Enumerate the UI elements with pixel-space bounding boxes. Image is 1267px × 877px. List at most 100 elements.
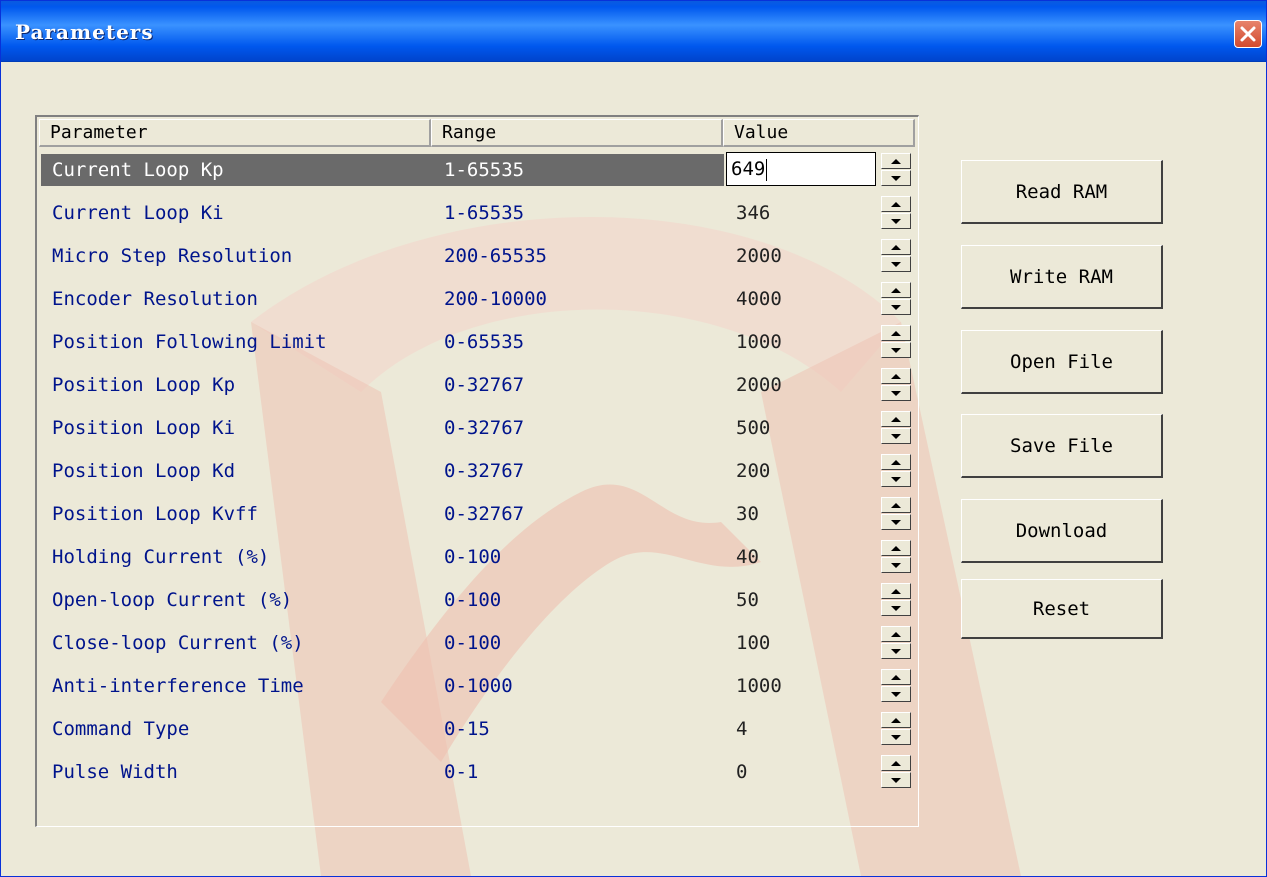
close-button[interactable] <box>1234 20 1262 48</box>
parameter-value[interactable]: 1000 <box>736 666 782 706</box>
table-row[interactable]: Command Type 0-15 4 <box>39 709 917 749</box>
arrow-down-icon <box>891 304 901 310</box>
parameter-value[interactable]: 4000 <box>736 279 782 319</box>
spin-down-button[interactable] <box>881 342 911 358</box>
spin-up-button[interactable] <box>881 239 911 255</box>
spin-down-button[interactable] <box>881 385 911 401</box>
table-row[interactable]: Micro Step Resolution 200-65535 2000 <box>39 236 917 276</box>
spin-up-button[interactable] <box>881 368 911 384</box>
spin-up-button[interactable] <box>881 712 911 728</box>
spin-down-button[interactable] <box>881 557 911 573</box>
parameter-value[interactable]: 200 <box>736 451 770 491</box>
spin-up-button[interactable] <box>881 497 911 513</box>
column-header-range[interactable]: Range <box>431 119 723 147</box>
spin-down-button[interactable] <box>881 256 911 272</box>
spin-down-button[interactable] <box>881 299 911 315</box>
value-spinner[interactable] <box>881 411 911 444</box>
parameter-value[interactable]: 30 <box>736 494 759 534</box>
value-spinner[interactable] <box>881 368 911 401</box>
spin-up-button[interactable] <box>881 325 911 341</box>
spin-up-button[interactable] <box>881 540 911 556</box>
arrow-up-icon <box>891 459 901 465</box>
open-file-button[interactable]: Open File <box>961 330 1163 394</box>
value-spinner[interactable] <box>881 626 911 659</box>
parameter-value[interactable]: 1000 <box>736 322 782 362</box>
parameter-range: 1-65535 <box>444 202 525 224</box>
parameter-value[interactable]: 100 <box>736 623 770 663</box>
spin-up-button[interactable] <box>881 153 911 169</box>
value-spinner[interactable] <box>881 583 911 616</box>
parameter-range: 0-100 <box>444 546 502 568</box>
spin-up-button[interactable] <box>881 282 911 298</box>
table-row[interactable]: Position Loop Kp 0-32767 2000 <box>39 365 917 405</box>
table-row[interactable]: Close-loop Current (%) 0-100 100 <box>39 623 917 663</box>
table-row[interactable]: Pulse Width 0-1 0 <box>39 752 917 792</box>
spin-down-button[interactable] <box>881 213 911 229</box>
table-row[interactable]: Current Loop Ki 1-65535 346 <box>39 193 917 233</box>
parameter-value[interactable]: 2000 <box>736 236 782 276</box>
arrow-up-icon <box>891 631 901 637</box>
spin-up-button[interactable] <box>881 196 911 212</box>
spin-down-button[interactable] <box>881 729 911 745</box>
save-file-button[interactable]: Save File <box>961 414 1163 478</box>
spin-up-button[interactable] <box>881 626 911 642</box>
value-spinner[interactable] <box>881 282 911 315</box>
spin-down-button[interactable] <box>881 428 911 444</box>
table-row[interactable]: Anti-interference Time 0-1000 1000 <box>39 666 917 706</box>
write-ram-button[interactable]: Write RAM <box>961 245 1163 309</box>
value-spinner[interactable] <box>881 239 911 272</box>
spin-up-button[interactable] <box>881 669 911 685</box>
table-row[interactable]: Position Loop Kvff 0-32767 30 <box>39 494 917 534</box>
table-row[interactable]: Position Loop Ki 0-32767 500 <box>39 408 917 448</box>
reset-button[interactable]: Reset <box>961 579 1163 639</box>
value-spinner[interactable] <box>881 196 911 229</box>
column-header-parameter[interactable]: Parameter <box>39 119 431 147</box>
spin-down-button[interactable] <box>881 772 911 788</box>
arrow-up-icon <box>891 287 901 293</box>
arrow-down-icon <box>891 605 901 611</box>
parameter-name: Command Type <box>52 718 190 740</box>
parameter-value[interactable]: 0 <box>736 752 747 792</box>
value-spinner[interactable] <box>881 755 911 788</box>
value-edit-field[interactable]: 649 <box>726 152 876 186</box>
parameter-name: Anti-interference Time <box>52 675 304 697</box>
value-spinner[interactable] <box>881 454 911 487</box>
spin-up-button[interactable] <box>881 411 911 427</box>
spin-up-button[interactable] <box>881 755 911 771</box>
table-row[interactable]: Current Loop Kp 1-65535 649 <box>39 150 917 190</box>
table-row[interactable]: Position Loop Kd 0-32767 200 <box>39 451 917 491</box>
download-button[interactable]: Download <box>961 499 1163 563</box>
parameter-range: 0-1000 <box>444 675 513 697</box>
spin-up-button[interactable] <box>881 454 911 470</box>
value-spinner[interactable] <box>881 497 911 530</box>
value-spinner[interactable] <box>881 153 911 186</box>
parameter-list[interactable]: Parameter Range Value Current Loop Kp 1-6… <box>35 115 919 827</box>
parameter-value[interactable]: 500 <box>736 408 770 448</box>
spin-down-button[interactable] <box>881 686 911 702</box>
table-row[interactable]: Position Following Limit 0-65535 1000 <box>39 322 917 362</box>
value-spinner[interactable] <box>881 540 911 573</box>
spin-down-button[interactable] <box>881 170 911 186</box>
parameter-name: Micro Step Resolution <box>52 245 293 267</box>
parameter-value[interactable]: 50 <box>736 580 759 620</box>
spin-down-button[interactable] <box>881 514 911 530</box>
value-spinner[interactable] <box>881 669 911 702</box>
parameter-value[interactable]: 40 <box>736 537 759 577</box>
close-icon <box>1240 26 1256 42</box>
spin-down-button[interactable] <box>881 471 911 487</box>
value-spinner[interactable] <box>881 325 911 358</box>
spin-down-button[interactable] <box>881 643 911 659</box>
parameter-value[interactable]: 346 <box>736 193 770 233</box>
table-row[interactable]: Open-loop Current (%) 0-100 50 <box>39 580 917 620</box>
parameter-range: 0-32767 <box>444 460 525 482</box>
parameter-value[interactable]: 4 <box>736 709 747 749</box>
parameter-value[interactable]: 2000 <box>736 365 782 405</box>
read-ram-button[interactable]: Read RAM <box>961 160 1163 224</box>
title-bar[interactable]: Parameters <box>1 1 1266 62</box>
column-header-value[interactable]: Value <box>723 119 915 147</box>
table-row[interactable]: Encoder Resolution 200-10000 4000 <box>39 279 917 319</box>
spin-down-button[interactable] <box>881 600 911 616</box>
spin-up-button[interactable] <box>881 583 911 599</box>
table-row[interactable]: Holding Current (%) 0-100 40 <box>39 537 917 577</box>
value-spinner[interactable] <box>881 712 911 745</box>
